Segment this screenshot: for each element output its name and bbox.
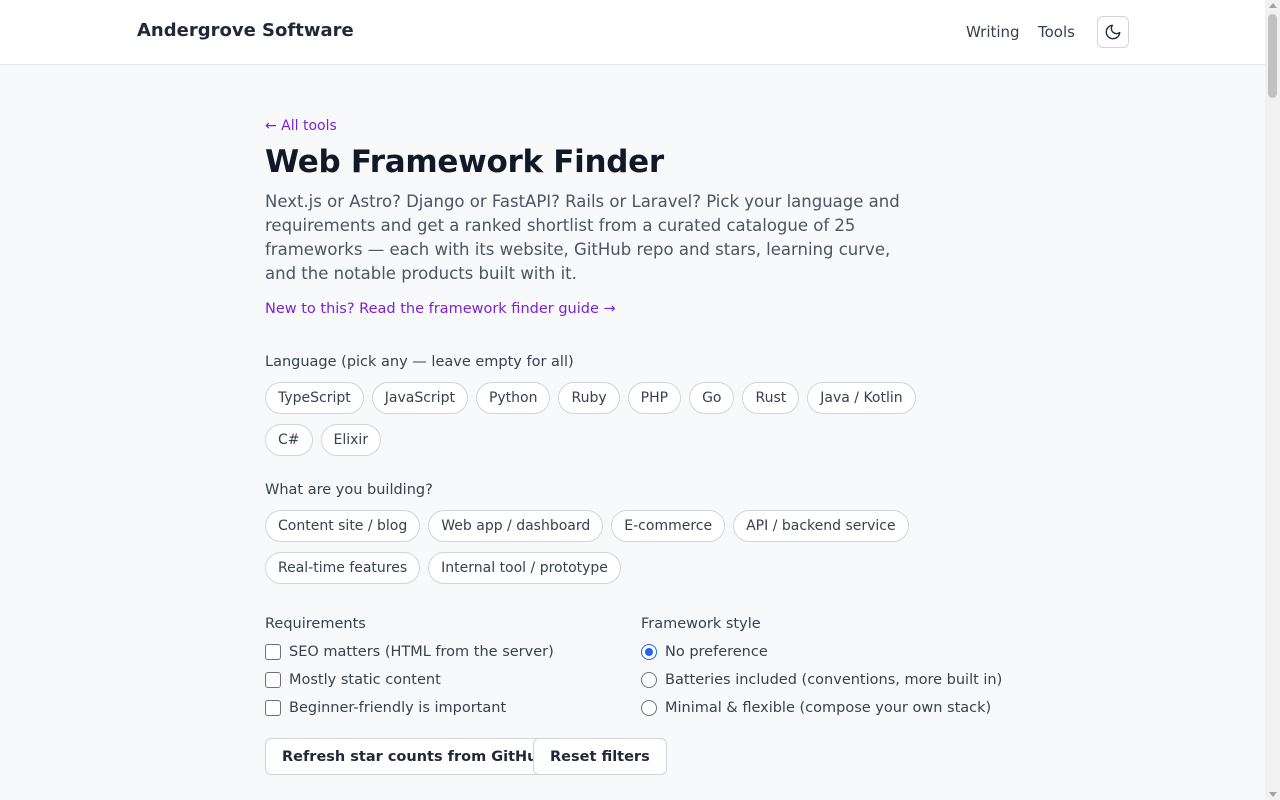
refresh-stars-button[interactable]: Refresh star counts from GitHub <box>265 738 565 775</box>
style-batteries[interactable]: Batteries included (conventions, more bu… <box>641 666 1002 694</box>
chip-ruby[interactable]: Ruby <box>558 382 620 414</box>
all-tools-link[interactable]: ← All tools <box>265 118 337 134</box>
language-label: Language (pick any — leave empty for all… <box>265 354 574 370</box>
chip-php[interactable]: PHP <box>627 382 682 414</box>
page-scrollbar[interactable] <box>1265 0 1280 800</box>
chip-internal-tool[interactable]: Internal tool / prototype <box>428 552 621 584</box>
language-chips: TypeScript JavaScript Python Ruby PHP Go… <box>265 382 965 456</box>
chip-api-backend[interactable]: API / backend service <box>733 510 909 542</box>
scroll-up-icon[interactable] <box>1269 3 1277 8</box>
chip-csharp[interactable]: C# <box>265 424 313 456</box>
chip-go[interactable]: Go <box>689 382 735 414</box>
building-label: What are you building? <box>265 482 433 498</box>
scroll-down-icon[interactable] <box>1269 792 1277 797</box>
chip-typescript[interactable]: TypeScript <box>265 382 364 414</box>
requirement-static[interactable]: Mostly static content <box>265 666 554 694</box>
style-label: Framework style <box>641 616 761 632</box>
requirements-group: Requirements SEO matters (HTML from the … <box>265 610 554 722</box>
nav-tools[interactable]: Tools <box>1038 23 1075 41</box>
page-title: Web Framework Finder <box>265 144 664 180</box>
chip-ecommerce[interactable]: E-commerce <box>611 510 726 542</box>
chip-elixir[interactable]: Elixir <box>320 424 382 456</box>
guide-link[interactable]: New to this? Read the framework finder g… <box>265 301 616 317</box>
beginner-checkbox[interactable] <box>265 700 281 716</box>
batteries-radio[interactable] <box>641 672 657 688</box>
chip-content-site[interactable]: Content site / blog <box>265 510 421 542</box>
static-checkbox[interactable] <box>265 672 281 688</box>
intro-text: Next.js or Astro? Django or FastAPI? Rai… <box>265 192 900 283</box>
nav-writing[interactable]: Writing <box>966 23 1020 41</box>
requirements-label: Requirements <box>265 616 366 632</box>
chip-web-app[interactable]: Web app / dashboard <box>428 510 604 542</box>
chip-java-kotlin[interactable]: Java / Kotlin <box>807 382 916 414</box>
no-preference-radio[interactable] <box>641 644 657 660</box>
scroll-thumb[interactable] <box>1268 14 1277 98</box>
moon-icon <box>1105 24 1121 40</box>
theme-toggle-button[interactable] <box>1097 16 1129 48</box>
minimal-radio[interactable] <box>641 700 657 716</box>
seo-checkbox[interactable] <box>265 644 281 660</box>
reset-filters-button[interactable]: Reset filters <box>533 738 667 775</box>
requirement-beginner[interactable]: Beginner-friendly is important <box>265 694 554 722</box>
style-group: Framework style No preference Batteries … <box>641 610 1002 722</box>
style-minimal[interactable]: Minimal & flexible (compose your own sta… <box>641 694 1002 722</box>
chip-rust[interactable]: Rust <box>742 382 800 414</box>
requirement-seo[interactable]: SEO matters (HTML from the server) <box>265 638 554 666</box>
chip-realtime[interactable]: Real-time features <box>265 552 421 584</box>
chip-javascript[interactable]: JavaScript <box>371 382 468 414</box>
site-header: Andergrove Software Writing Tools <box>0 0 1265 65</box>
chip-python[interactable]: Python <box>475 382 551 414</box>
style-no-preference[interactable]: No preference <box>641 638 1002 666</box>
building-chips: Content site / blog Web app / dashboard … <box>265 510 965 584</box>
brand-name[interactable]: Andergrove Software <box>137 20 354 41</box>
